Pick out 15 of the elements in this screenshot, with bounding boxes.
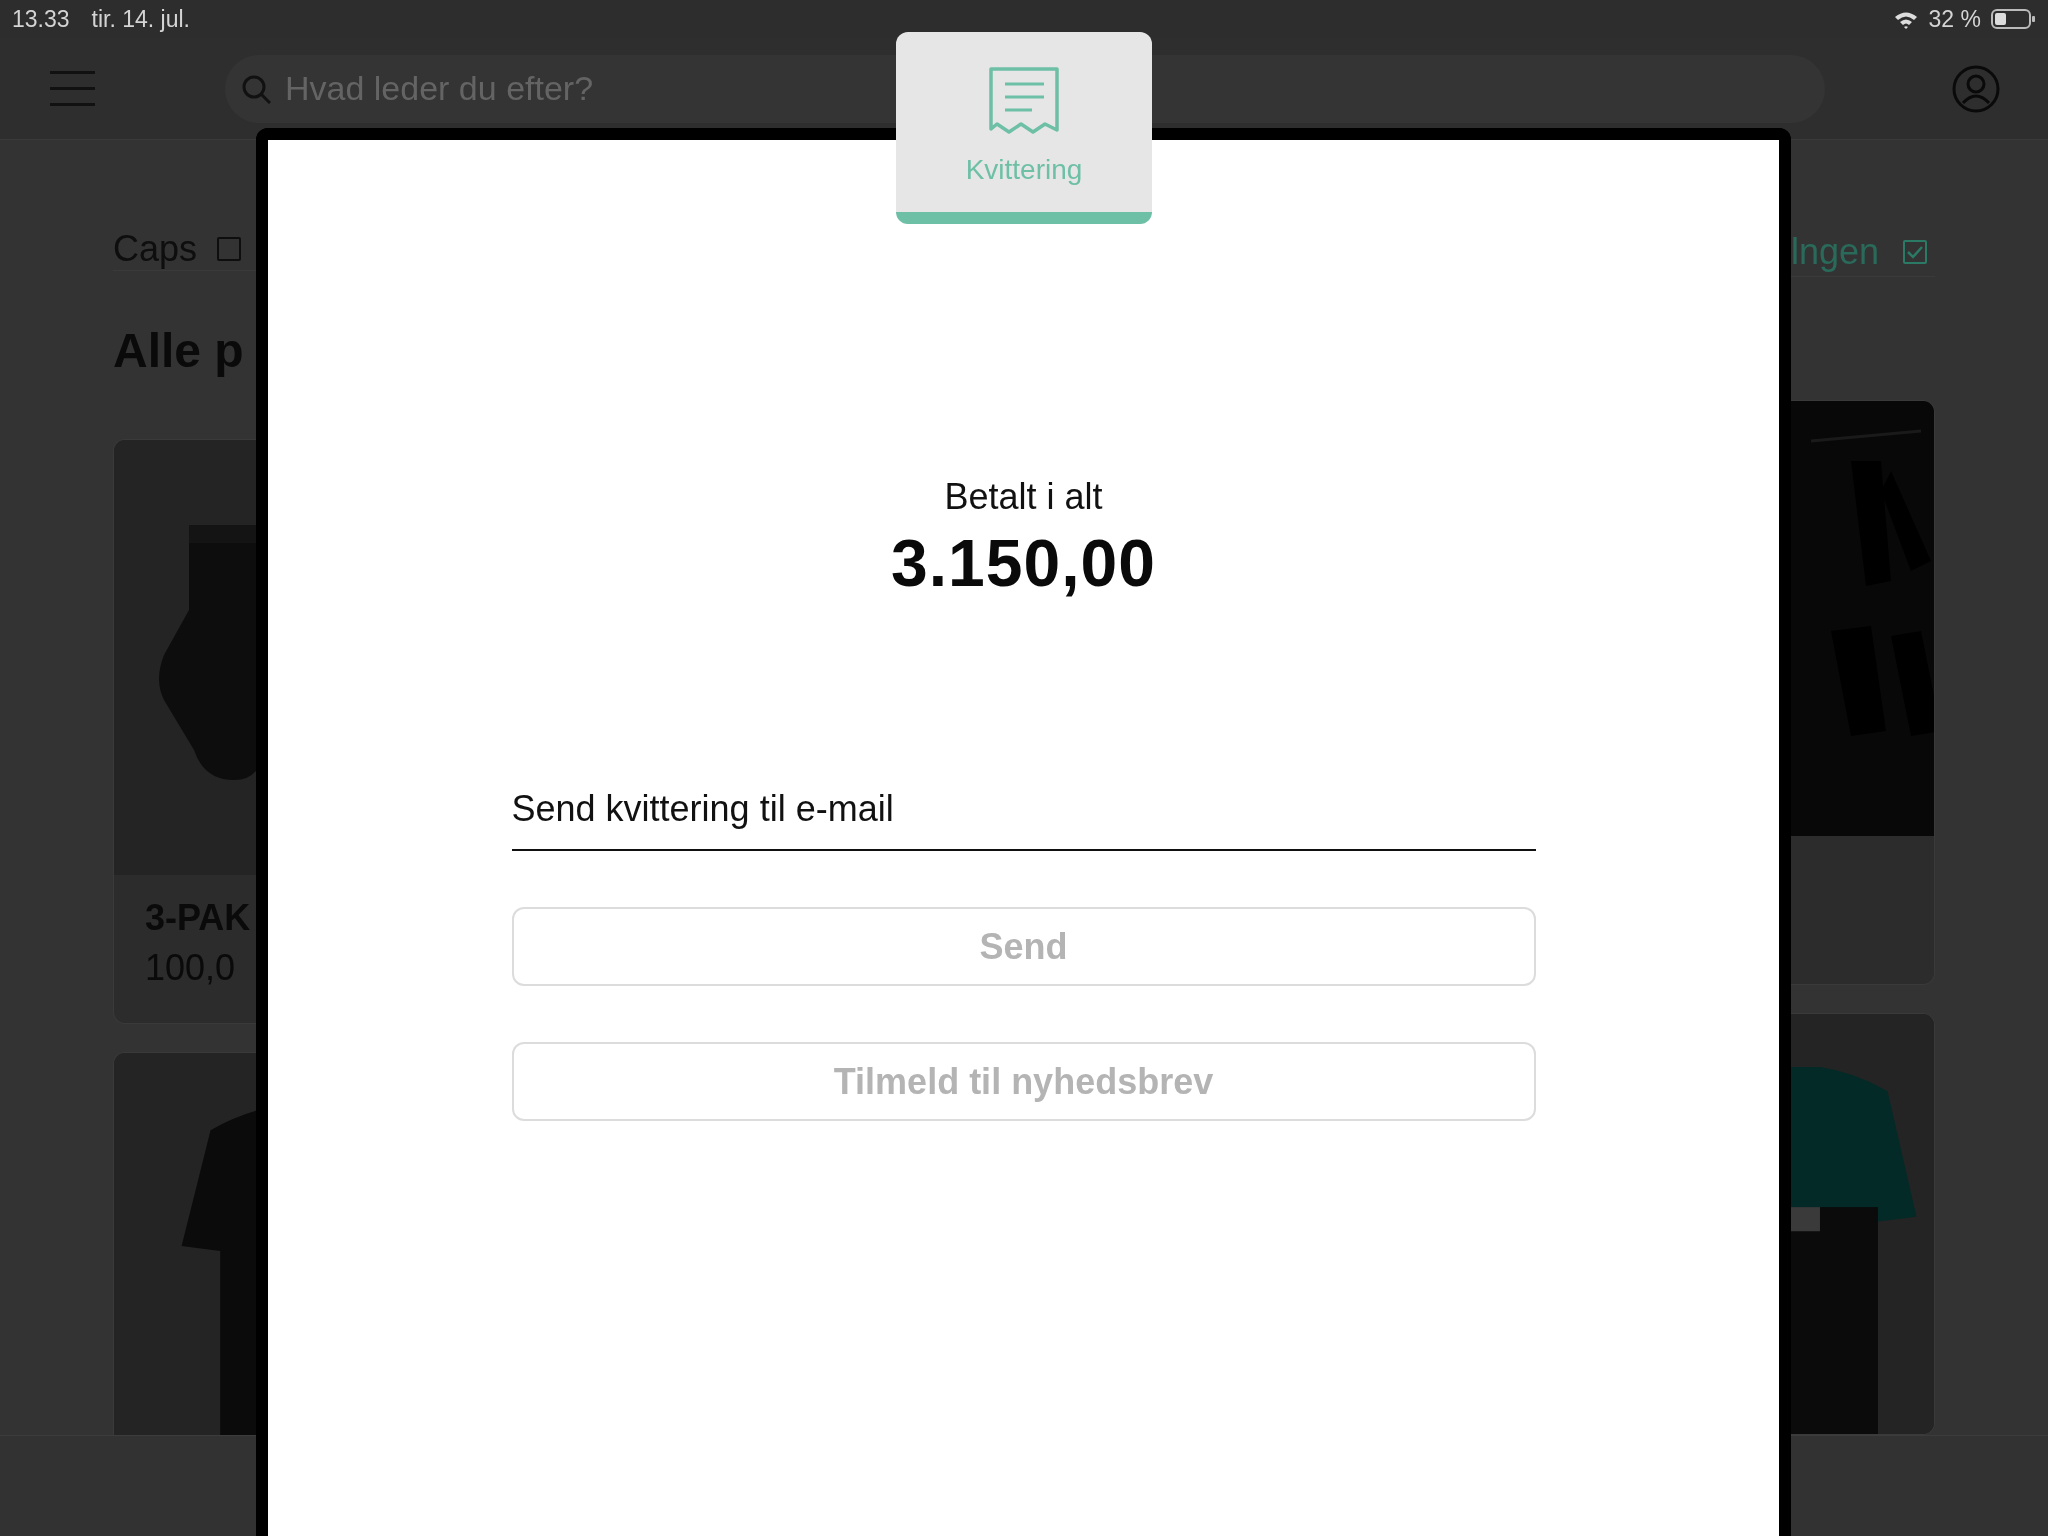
menu-icon[interactable] [50, 71, 95, 106]
status-date: tir. 14. jul. [91, 5, 190, 33]
total-label: Betalt i alt [944, 475, 1103, 519]
product-card[interactable] [1791, 400, 1935, 985]
checkbox[interactable] [1903, 239, 1928, 264]
status-time: 13.33 [12, 5, 70, 33]
checkbox[interactable] [217, 237, 242, 261]
checkmark-icon [1907, 244, 1924, 259]
battery-icon [1991, 9, 2036, 29]
profile-icon[interactable] [1952, 64, 2000, 113]
receipt-icon [988, 66, 1060, 136]
receipt-tab[interactable]: Kvittering [896, 32, 1152, 224]
battery-percent: 32 % [1928, 5, 1981, 33]
email-field[interactable]: Send kvittering til e-mail [511, 769, 1536, 851]
total-amount: 3.150,00 [891, 525, 1156, 602]
